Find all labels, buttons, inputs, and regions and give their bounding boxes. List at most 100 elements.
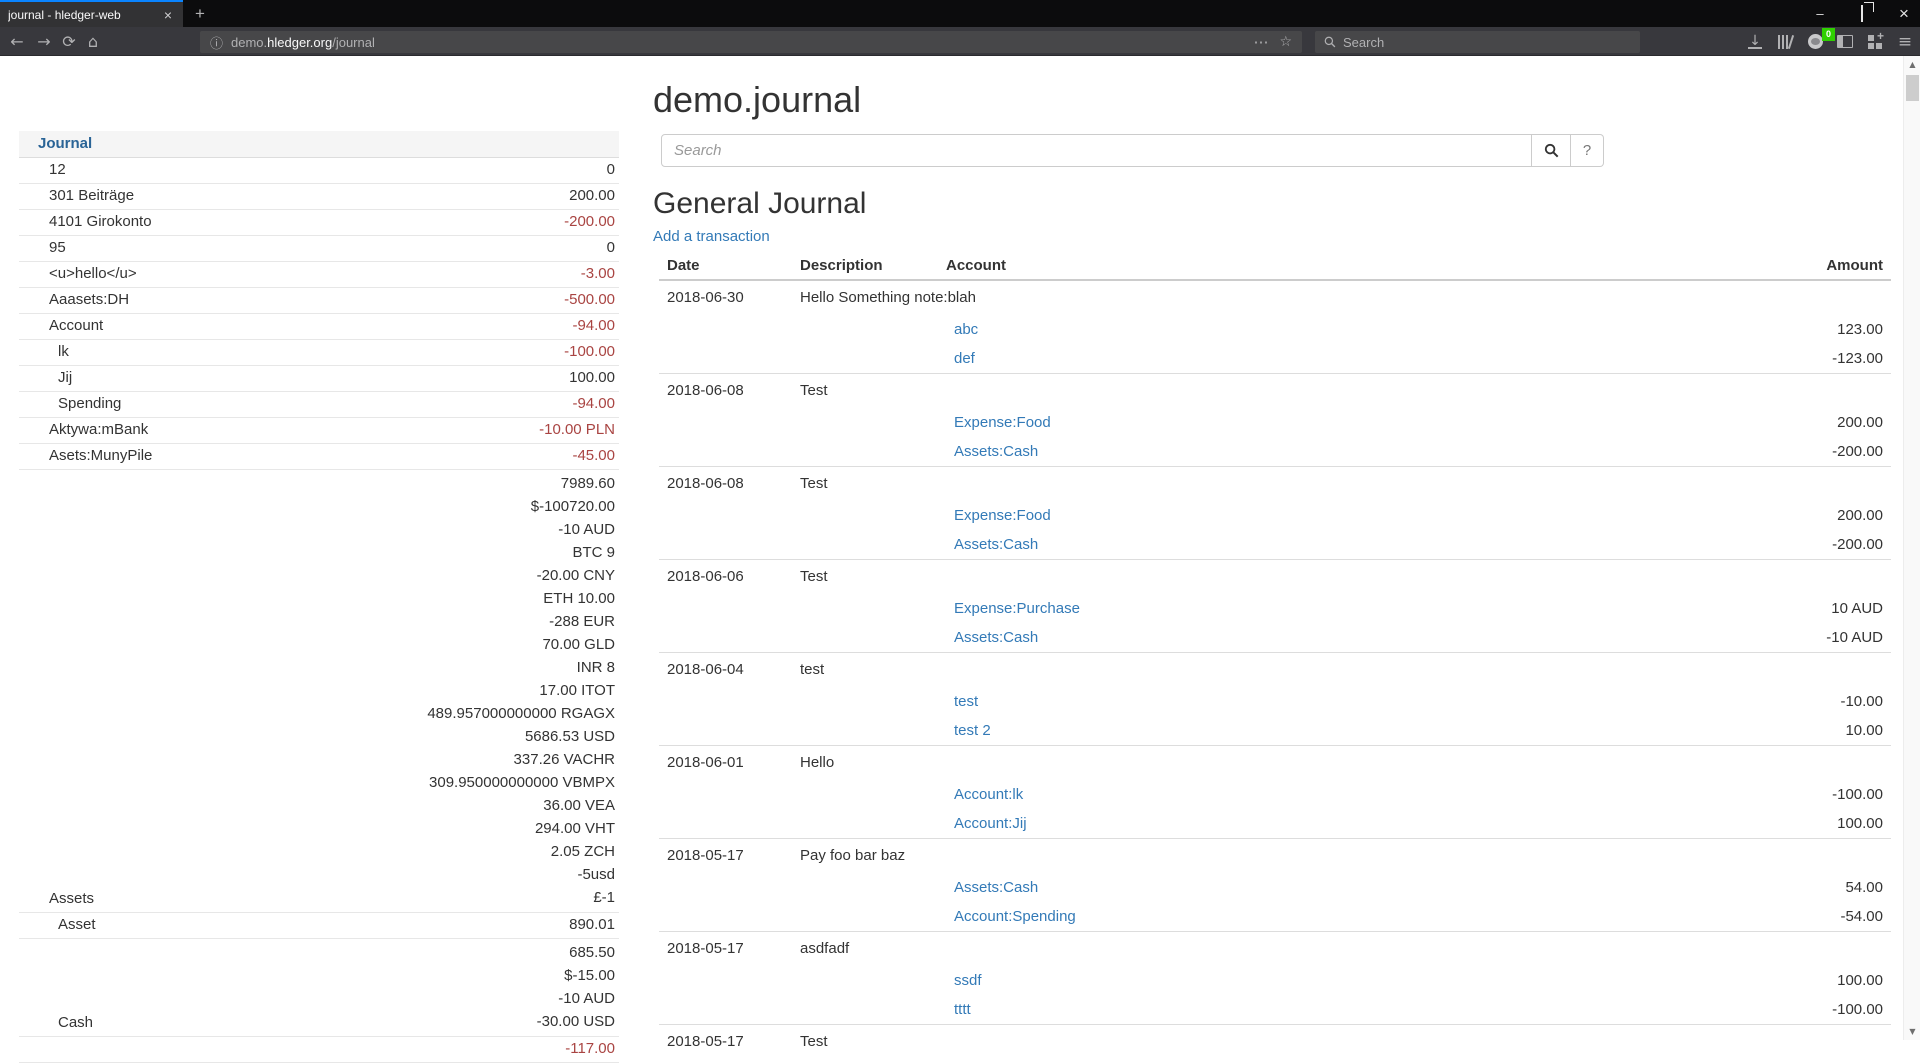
browser-tab[interactable]: journal - hledger-web × [0, 0, 183, 27]
posting-account-link[interactable]: ssdf [954, 972, 982, 989]
posting-amount: -200.00 [1631, 437, 1891, 467]
transaction-title-row[interactable]: 2018-06-01Hello [659, 746, 1891, 781]
account-balance: 2.05 ZCH [427, 840, 615, 863]
sidebar-account-row: 120 [19, 158, 619, 184]
posting-account-link[interactable]: abc [954, 321, 978, 338]
info-icon[interactable]: ⓘ [210, 33, 223, 52]
search-input[interactable] [661, 134, 1532, 167]
sidebar-account-link[interactable]: Cash [19, 1013, 537, 1033]
account-balance-cell: -100.00 [564, 342, 615, 362]
account-balance-cell: -200.00 [564, 212, 615, 232]
sidebar-account-link[interactable]: lk [19, 342, 564, 362]
sidebar-account-link[interactable]: <u>hello</u> [19, 264, 581, 284]
posting-account-link[interactable]: Account:Spending [954, 908, 1076, 925]
transaction-title-row[interactable]: 2018-06-30Hello Something note:blah [659, 280, 1891, 315]
account-balance: -45.00 [572, 446, 615, 466]
sidebar-account-link[interactable]: Asets:MunyPile [19, 446, 572, 466]
account-balance: 294.00 VHT [427, 817, 615, 840]
posting-account-link[interactable]: def [954, 350, 975, 367]
back-icon[interactable]: ← [4, 27, 30, 56]
url-bar[interactable]: ⓘ demo.hledger.org/journal ⋯ ☆ [200, 31, 1302, 53]
posting-account-link[interactable]: tttt [954, 1001, 971, 1018]
journal-link[interactable]: Journal [38, 135, 92, 152]
screenshot-grid-icon[interactable] [1861, 27, 1889, 56]
minimize-icon[interactable]: – [1812, 6, 1828, 21]
sidebar-account-link[interactable]: Asset [19, 915, 569, 935]
sidebar-account-link[interactable]: 4101 Girokonto [19, 212, 564, 232]
sidebar-account-link[interactable]: 95 [19, 238, 607, 258]
account-balance: 7989.60 [427, 472, 615, 495]
posting-row: Account:Spending -54.00 [659, 902, 1891, 932]
posting-amount: -54.00 [1631, 902, 1891, 932]
browser-chrome: journal - hledger-web × + – × ← → ⟳ ⌂ ⓘ … [0, 0, 1920, 56]
search-button[interactable] [1532, 134, 1571, 167]
transaction: 2018-05-17asdfadfssdf100.00tttt-100.00 [659, 932, 1891, 1025]
sidebar-account-link[interactable]: Aaasets:DH [19, 290, 564, 310]
transaction-title-row[interactable]: 2018-05-17Pay foo bar baz [659, 839, 1891, 874]
posting-row: Expense:Purchase10 AUD [659, 594, 1891, 623]
transaction-title-row[interactable]: 2018-05-17asdfadf [659, 932, 1891, 967]
posting-account-link[interactable]: Assets:Cash [954, 629, 1038, 646]
home-icon[interactable]: ⌂ [80, 27, 106, 56]
sidebar-account-link[interactable]: 301 Beiträge [19, 186, 569, 206]
posting-account-link[interactable]: test [954, 693, 978, 710]
sidebar-account-link[interactable]: Account [19, 316, 572, 336]
posting-account-link[interactable]: Account:lk [954, 786, 1023, 803]
posting-account-link[interactable]: Expense:Food [954, 414, 1051, 431]
help-button[interactable]: ? [1571, 134, 1604, 167]
account-balance-cell: 7989.60$-100720.00-10 AUDBTC 9-20.00 CNY… [427, 472, 615, 909]
bookmark-star-icon[interactable]: ☆ [1279, 34, 1292, 50]
transaction-date: 2018-06-08 [659, 374, 800, 409]
forward-icon[interactable]: → [31, 27, 57, 56]
extension-icon[interactable]: 0 [1801, 27, 1829, 56]
sidebar-account-link[interactable]: Spending [19, 394, 572, 414]
account-balance: 5686.53 USD [427, 725, 615, 748]
posting-account-link[interactable]: Assets:Cash [954, 443, 1038, 460]
posting-account-link[interactable]: Account:Jij [954, 815, 1027, 832]
sidebar-toggle-icon[interactable] [1831, 27, 1859, 56]
transaction-title-row[interactable]: 2018-06-08Test [659, 467, 1891, 502]
sidebar-account-link[interactable]: Jij [19, 368, 569, 388]
scroll-up-icon[interactable]: ▲ [1904, 56, 1920, 73]
posting-account-link[interactable]: Expense:Purchase [954, 600, 1080, 617]
reload-icon[interactable]: ⟳ [56, 27, 82, 56]
posting-account-link[interactable]: test 2 [954, 722, 991, 739]
close-icon[interactable]: × [1896, 4, 1912, 24]
col-header-account: Account [946, 253, 1631, 280]
scroll-down-icon[interactable]: ▼ [1904, 1023, 1920, 1040]
posting-amount: -100.00 [1631, 780, 1891, 809]
posting-account-link[interactable]: Assets:Cash [954, 536, 1038, 553]
account-balance: -3.00 [581, 264, 615, 284]
restore-icon[interactable] [1854, 6, 1870, 21]
posting-amount: 10.00 [1631, 716, 1891, 746]
posting-account-link[interactable]: Assets:Cash [954, 879, 1038, 896]
library-icon[interactable] [1771, 27, 1799, 56]
transaction-title-row[interactable]: 2018-06-08Test [659, 374, 1891, 409]
sidebar-account-link[interactable]: Assets [19, 889, 427, 909]
download-icon[interactable]: ↓ [1741, 27, 1769, 56]
posting-row: test-10.00 [659, 687, 1891, 716]
transaction-title-row[interactable]: 2018-05-17Test [659, 1025, 1891, 1060]
scrollbar-thumb[interactable] [1906, 75, 1919, 101]
transaction: 2018-05-17Pay foo bar bazAssets:Cash54.0… [659, 839, 1891, 932]
transaction-description: test [800, 653, 1891, 688]
account-balance: -20.00 CNY [427, 564, 615, 587]
sidebar-account-link[interactable]: 12 [19, 160, 607, 180]
transaction-title-row[interactable]: 2018-06-04test [659, 653, 1891, 688]
transaction-title-row[interactable]: 2018-06-06Test [659, 560, 1891, 595]
menu-icon[interactable]: ≡ [1891, 27, 1919, 56]
account-balance: 100.00 [569, 368, 615, 388]
col-header-description: Description [800, 253, 946, 280]
tab-close-icon[interactable]: × [161, 8, 175, 22]
vertical-scrollbar[interactable]: ▲ ▼ [1903, 56, 1920, 1040]
new-tab-button[interactable]: + [189, 2, 211, 25]
add-transaction-link[interactable]: Add a transaction [653, 227, 770, 247]
browser-search-field[interactable]: Search [1315, 31, 1640, 53]
posting-account-link[interactable]: Expense:Food [954, 507, 1051, 524]
transaction-description: Test [800, 1025, 1891, 1060]
account-balance: BTC 9 [427, 541, 615, 564]
account-balance-cell: -3.00 [581, 264, 615, 284]
page-actions-icon[interactable]: ⋯ [1253, 33, 1269, 51]
sidebar-account-row: 950 [19, 236, 619, 262]
sidebar-account-link[interactable]: Aktywa:mBank [19, 420, 539, 440]
